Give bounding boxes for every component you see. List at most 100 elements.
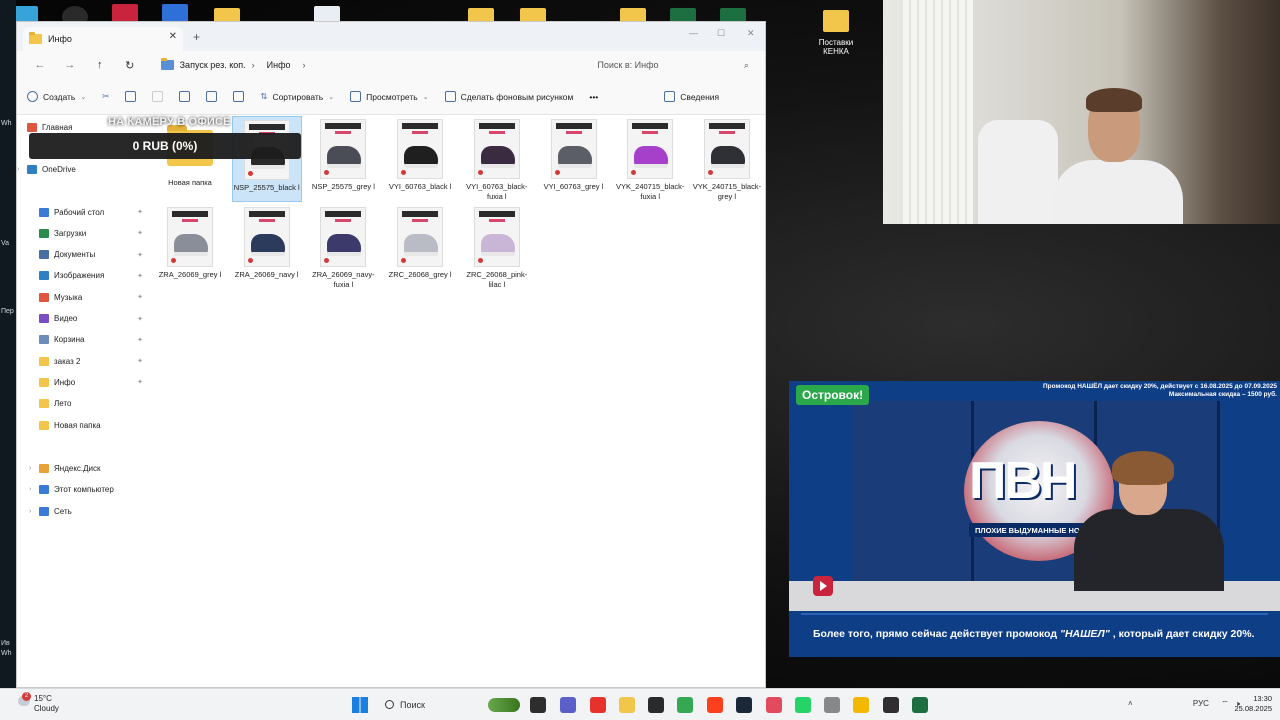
play-icon[interactable] [813,576,833,596]
file-item[interactable]: VYI_60763_black l [385,116,455,202]
clock[interactable]: 13:30 25.08.2025 [1234,694,1272,714]
chevron-up-icon[interactable]: ˄ [1128,699,1133,708]
pin-icon: ✦ [137,358,143,366]
maximize-icon[interactable]: ☐ [717,28,725,39]
sidebar-item-2[interactable]: Загрузки ✦ [39,224,145,242]
paint-icon[interactable] [853,697,869,713]
file-name: NSP_25575_grey l [311,182,375,191]
sidebar-item-this-pc[interactable]: › Этот компьютер [29,481,145,499]
file-item[interactable]: VYK_240715_black-fuxia l [615,116,685,202]
sidebar-item-yandex-disk[interactable]: › Яндекс.Диск [29,459,145,477]
search-input[interactable]: Поиск в: Инфо ⌕ [587,54,757,76]
file-item[interactable]: NSP_25575_black l [231,116,302,202]
video-player[interactable]: ПВН ПЛОХИЕ ВЫДУМАННЫЕ НОВ Островок! Пром… [789,381,1280,657]
sidebar-item-4[interactable]: Изображения ✦ [39,267,145,285]
details-button[interactable]: Сведения [664,91,719,102]
sidebar-item-7[interactable]: Корзина ✦ [39,331,145,349]
file-explorer-icon[interactable] [619,697,635,713]
obs-icon[interactable] [883,697,899,713]
set-wallpaper-button[interactable]: Сделать фоновым рисунком [444,91,573,102]
sidebar-item-3[interactable]: Документы ✦ [39,246,145,264]
thumbnail-accent [412,219,429,222]
yandex-icon[interactable] [707,697,723,713]
sidebar-item-network[interactable]: › Сеть [29,502,145,520]
task-view-icon[interactable] [530,697,546,713]
refresh-icon[interactable]: ↻ [115,59,145,72]
webcam-feed [883,0,1280,224]
copy-icon[interactable] [125,91,137,102]
file-item[interactable]: ZRA_26069_grey l [155,204,225,292]
wifi-icon[interactable]: ⌔ [1221,699,1229,708]
forward-icon[interactable]: → [55,59,85,71]
start-button[interactable] [352,697,368,713]
file-item[interactable]: ZRA_26069_navy l [232,204,302,292]
folder-icon [39,335,49,345]
thumbnail-accent [565,131,582,134]
excel-icon[interactable] [912,697,928,713]
sidebar-item-8[interactable]: заказ 2 ✦ [39,352,145,370]
file-item[interactable]: NSP_25575_grey l [308,116,378,202]
sidebar-item-9[interactable]: Инфо ✦ [39,373,145,391]
delete-icon[interactable] [233,91,245,102]
language-indicator[interactable]: РУС [1193,699,1209,708]
weather-widget[interactable]: 2 15°C Cloudy [18,692,59,714]
file-item[interactable]: VYI_60763_black-fuxia l [462,116,532,202]
up-icon[interactable]: ↑ [85,59,115,71]
file-badge-icon [477,258,483,263]
chevron-right-icon[interactable]: › [29,508,31,515]
chevron-right-icon[interactable]: › [17,166,19,173]
anchor-hair [1112,451,1174,485]
file-item[interactable]: VYK_240715_black-grey l [692,116,762,202]
cut-icon[interactable]: ✂ [102,91,109,102]
thumbnail-header [325,123,362,129]
app-active-icon[interactable] [766,697,782,713]
folder-item[interactable]: Новая папка [155,116,225,202]
desktop-folder-icon[interactable] [823,10,849,32]
sidebar-item-5[interactable]: Музыка ✦ [39,288,145,306]
sidebar-item-10[interactable]: Лето [39,395,145,413]
breadcrumb[interactable]: Запуск рез. коп. › Инфо › [153,54,580,76]
thumbnail-header [402,211,439,217]
app-icon[interactable] [648,697,664,713]
sidebar-item-1[interactable]: Рабочий стол ✦ [39,203,145,221]
paste-shape [152,91,164,102]
minimize-icon[interactable]: — [689,28,698,38]
yandex-browser-icon[interactable] [590,697,606,713]
office-chair [978,120,1058,224]
whatsapp-icon[interactable] [795,697,811,713]
sidebar-item-onedrive[interactable]: › OneDrive [17,160,145,178]
breadcrumb-item[interactable]: Запуск рез. коп. [180,60,246,70]
system-tray[interactable]: ˄ РУС ⌔ 🕨 [1128,699,1240,709]
back-icon[interactable]: ← [25,59,55,71]
file-item[interactable]: VYI_60763_grey l [539,116,609,202]
file-badge-icon [401,170,407,175]
sidebar-item-11[interactable]: Новая папка [39,416,145,434]
file-item[interactable]: ZRC_26068_grey l [385,204,455,292]
file-item[interactable]: ZRA_26069_navy-fuxia l [308,204,378,292]
chrome-icon[interactable] [677,697,693,713]
sort-button[interactable]: ⇅ Сортировать ⌄ [260,91,334,102]
date: 25.08.2025 [1234,704,1272,713]
create-button[interactable]: Создать ⌄ [27,91,86,102]
chevron-down-icon: ⌄ [422,93,429,101]
view-button[interactable]: Просмотреть ⌄ [350,91,429,102]
close-window-icon[interactable]: ✕ [747,28,755,39]
sidebar-item-6[interactable]: Видео ✦ [39,310,145,328]
paste-icon[interactable] [152,91,164,102]
close-tab-icon[interactable]: ✕ [169,31,177,42]
rename-icon[interactable] [179,91,191,102]
taskbar-search[interactable]: Поиск [382,695,524,715]
app-icon[interactable] [824,697,840,713]
breadcrumb-item[interactable]: Инфо [267,60,291,70]
share-icon[interactable] [206,91,218,102]
tab-info[interactable]: Инфо ✕ [23,27,183,51]
file-item[interactable]: ZRC_26068_pink-lilac l [462,204,532,292]
teams-icon[interactable] [560,697,576,713]
sneaker-sole [634,164,669,168]
chevron-right-icon[interactable]: › [29,465,31,472]
new-tab-icon[interactable]: + [193,30,200,44]
steam-icon[interactable] [736,697,752,713]
chevron-right-icon[interactable]: › [29,486,31,493]
more-options-icon[interactable]: ••• [589,92,598,102]
promo-code: "НАШЕЛ" [1060,628,1110,640]
